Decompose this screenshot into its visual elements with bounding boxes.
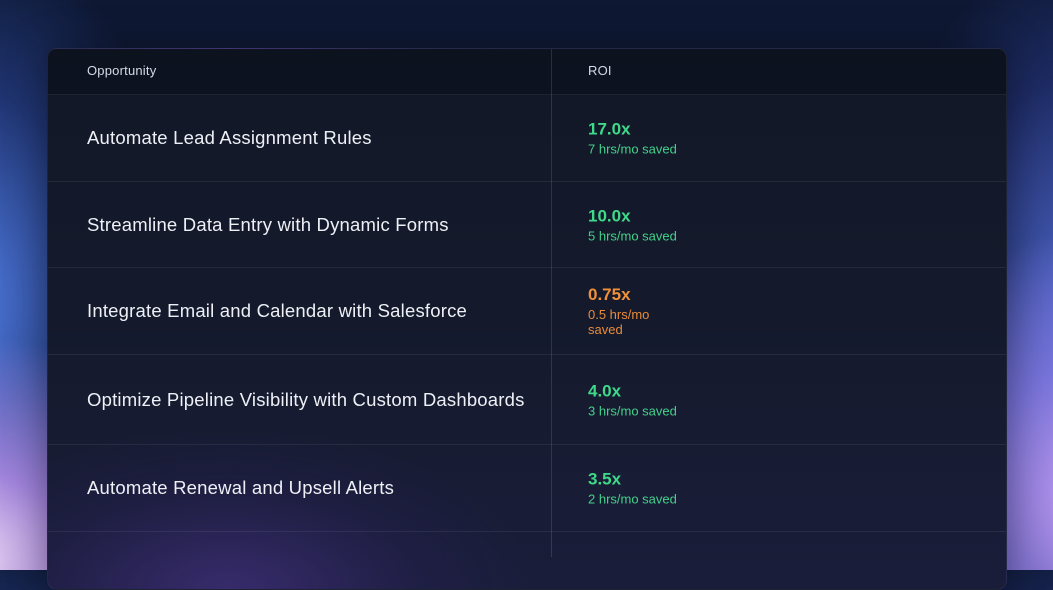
table-row[interactable]: Automate Renewal and Upsell Alerts 3.5x …	[48, 445, 1006, 532]
table-row[interactable]: Optimize Pipeline Visibility with Custom…	[48, 355, 1006, 445]
hours-saved: 2 hrs/mo saved	[588, 491, 677, 507]
table-row[interactable]: Integrate Email and Calendar with Salesf…	[48, 268, 1006, 355]
opportunity-name: Integrate Email and Calendar with Salesf…	[87, 300, 468, 321]
header-opportunity: Opportunity	[87, 63, 157, 78]
roi-value: 10.0x	[588, 206, 631, 225]
table-row[interactable]: Automate Lead Assignment Rules 17.0x 7 h…	[48, 94, 1006, 182]
opportunity-name: Optimize Pipeline Visibility with Custom…	[87, 388, 525, 410]
column-divider	[551, 49, 552, 557]
roi-value: 17.0x	[588, 119, 631, 138]
hours-saved: 5 hrs/mo saved	[588, 228, 677, 243]
opportunity-name: Automate Renewal and Upsell Alerts	[87, 477, 395, 498]
roi-value: 4.0x	[588, 381, 622, 400]
roi-value: 3.5x	[588, 469, 622, 489]
hours-saved: 0.5 hrs/mo saved	[588, 307, 650, 337]
roi-cell: 10.0x 5 hrs/mo saved	[588, 206, 677, 243]
opportunity-name: Streamline Data Entry with Dynamic Forms	[87, 213, 449, 235]
hours-saved: 7 hrs/mo saved	[588, 141, 677, 156]
roi-cell: 17.0x 7 hrs/mo saved	[588, 119, 677, 156]
header-roi: ROI	[588, 63, 612, 78]
table-header: Opportunity ROI	[48, 49, 1006, 95]
roi-table: Opportunity ROI Automate Lead Assignment…	[47, 48, 1007, 590]
roi-cell: 3.5x 2 hrs/mo saved	[588, 470, 677, 507]
opportunity-name: Automate Lead Assignment Rules	[87, 126, 372, 148]
table-row[interactable]: Streamline Data Entry with Dynamic Forms…	[48, 182, 1006, 268]
roi-value: 0.75x	[588, 285, 631, 304]
roi-cell: 4.0x 3 hrs/mo saved	[588, 381, 677, 418]
hours-saved: 3 hrs/mo saved	[588, 403, 677, 418]
roi-cell: 0.75x 0.5 hrs/mo saved	[588, 285, 660, 337]
